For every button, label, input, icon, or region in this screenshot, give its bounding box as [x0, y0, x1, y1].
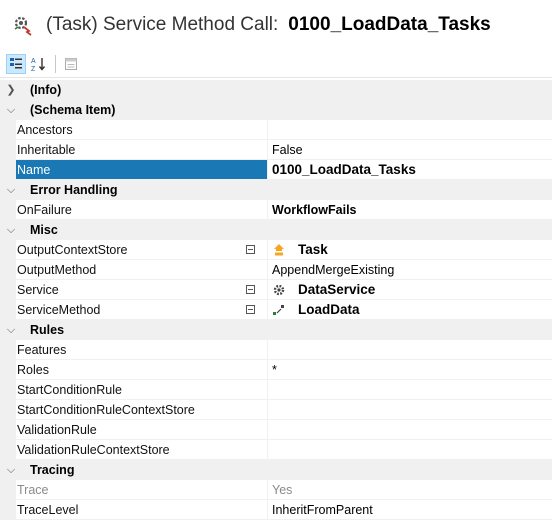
toolbar: A Z: [0, 50, 552, 78]
property-name: Features: [16, 340, 268, 360]
property-row-validation-rule-context-store[interactable]: ValidationRuleContextStore: [0, 440, 552, 460]
property-value-text: DataService: [298, 281, 376, 297]
property-name: Inheritable: [16, 140, 268, 160]
property-value[interactable]: AppendMergeExisting: [268, 260, 552, 280]
property-name: TraceLevel: [16, 500, 268, 520]
property-name: Name: [16, 160, 268, 180]
category-label: Error Handling: [30, 183, 118, 197]
category-label: Misc: [30, 223, 58, 237]
categorized-icon[interactable]: [6, 53, 26, 74]
property-name: Trace: [16, 480, 268, 500]
property-value[interactable]: *: [268, 360, 552, 380]
chevron-down-icon[interactable]: ⌵: [0, 320, 18, 340]
property-value[interactable]: [268, 400, 552, 420]
property-grid-window: (Task) Service Method Call: 0100_LoadData…: [0, 0, 552, 528]
property-pages-button[interactable]: [246, 285, 255, 294]
chevron-right-icon[interactable]: ❯: [0, 80, 18, 100]
property-name: Service: [16, 280, 268, 300]
property-value[interactable]: [268, 120, 552, 140]
property-row-validation-rule[interactable]: ValidationRule: [0, 420, 552, 440]
property-value[interactable]: LoadData: [268, 300, 552, 320]
chevron-down-icon[interactable]: ⌵: [0, 220, 18, 240]
property-value-text: LoadData: [298, 301, 360, 317]
header-title: (Task) Service Method Call: 0100_LoadData…: [46, 14, 491, 36]
property-row-roles[interactable]: Roles *: [0, 360, 552, 380]
property-value[interactable]: False: [268, 140, 552, 160]
property-row-features[interactable]: Features: [0, 340, 552, 360]
category-tracing[interactable]: ⌵ Tracing: [0, 460, 552, 480]
category-rules[interactable]: ⌵ Rules: [0, 320, 552, 340]
property-name: ValidationRule: [16, 420, 268, 440]
property-value[interactable]: [268, 440, 552, 460]
property-name: ServiceMethod: [16, 300, 268, 320]
property-name: StartConditionRuleContextStore: [16, 400, 268, 420]
property-row-start-condition-rule-context-store[interactable]: StartConditionRuleContextStore: [0, 400, 552, 420]
category-info[interactable]: ❯ (Info): [0, 80, 552, 100]
svg-text:A: A: [31, 58, 36, 65]
header-title-label: (Task) Service Method Call:: [46, 14, 279, 35]
property-row-trace-level[interactable]: TraceLevel InheritFromParent: [0, 500, 552, 520]
category-schema-item[interactable]: ⌵ (Schema Item): [0, 100, 552, 120]
category-label: Tracing: [30, 463, 75, 477]
header-object-name: 0100_LoadData_Tasks: [288, 14, 491, 35]
service-gear-icon: [272, 283, 286, 297]
property-name: ValidationRuleContextStore: [16, 440, 268, 460]
property-row-onfailure[interactable]: OnFailure WorkflowFails: [0, 200, 552, 220]
svg-text:Z: Z: [31, 66, 36, 72]
chevron-down-icon[interactable]: ⌵: [0, 180, 18, 200]
property-value[interactable]: InheritFromParent: [268, 500, 552, 520]
header: (Task) Service Method Call: 0100_LoadData…: [0, 0, 552, 50]
property-pages-icon[interactable]: [61, 54, 81, 74]
property-row-inheritable[interactable]: Inheritable False: [0, 140, 552, 160]
property-row-service-method[interactable]: ServiceMethod LoadData: [0, 300, 552, 320]
property-value[interactable]: [268, 380, 552, 400]
property-name: OnFailure: [16, 200, 268, 220]
property-name: StartConditionRule: [16, 380, 268, 400]
property-name-label: OutputContextStore: [17, 243, 128, 257]
service-method-call-icon: [12, 14, 34, 36]
property-name-label: Service: [17, 283, 59, 297]
property-row-trace[interactable]: Trace Yes: [0, 480, 552, 500]
property-value[interactable]: Yes: [268, 480, 552, 500]
property-row-service[interactable]: Service DataService: [0, 280, 552, 300]
property-value[interactable]: [268, 420, 552, 440]
property-value[interactable]: Task: [268, 240, 552, 260]
property-row-output-context-store[interactable]: OutputContextStore Task: [0, 240, 552, 260]
toolbar-separator: [55, 54, 56, 73]
property-pages-button[interactable]: [246, 305, 255, 314]
property-row-start-condition-rule[interactable]: StartConditionRule: [0, 380, 552, 400]
method-icon: [272, 303, 286, 317]
category-error-handling[interactable]: ⌵ Error Handling: [0, 180, 552, 200]
property-value[interactable]: [268, 340, 552, 360]
property-name: OutputMethod: [16, 260, 268, 280]
category-label: Rules: [30, 323, 65, 337]
context-store-icon: [272, 243, 286, 257]
property-name: OutputContextStore: [16, 240, 268, 260]
property-name: Roles: [16, 360, 268, 380]
category-label: (Info): [30, 83, 62, 97]
property-row-ancestors[interactable]: Ancestors: [0, 120, 552, 140]
category-label: (Schema Item): [30, 103, 116, 117]
property-grid: ❯ (Info) ⌵ (Schema Item) Ancestors Inher…: [0, 80, 552, 520]
property-row-name[interactable]: Name 0100_LoadData_Tasks: [0, 160, 552, 180]
alphabetical-sort-icon[interactable]: A Z: [29, 54, 49, 74]
property-value[interactable]: 0100_LoadData_Tasks: [268, 160, 552, 180]
category-misc[interactable]: ⌵ Misc: [0, 220, 552, 240]
property-value[interactable]: WorkflowFails: [268, 200, 552, 220]
property-name: Ancestors: [16, 120, 268, 140]
property-name-label: ServiceMethod: [17, 303, 101, 317]
property-value[interactable]: DataService: [268, 280, 552, 300]
property-value-text: Task: [298, 241, 328, 257]
chevron-down-icon[interactable]: ⌵: [0, 460, 18, 480]
property-row-output-method[interactable]: OutputMethod AppendMergeExisting: [0, 260, 552, 280]
property-pages-button[interactable]: [246, 245, 255, 254]
chevron-down-icon[interactable]: ⌵: [0, 100, 18, 120]
